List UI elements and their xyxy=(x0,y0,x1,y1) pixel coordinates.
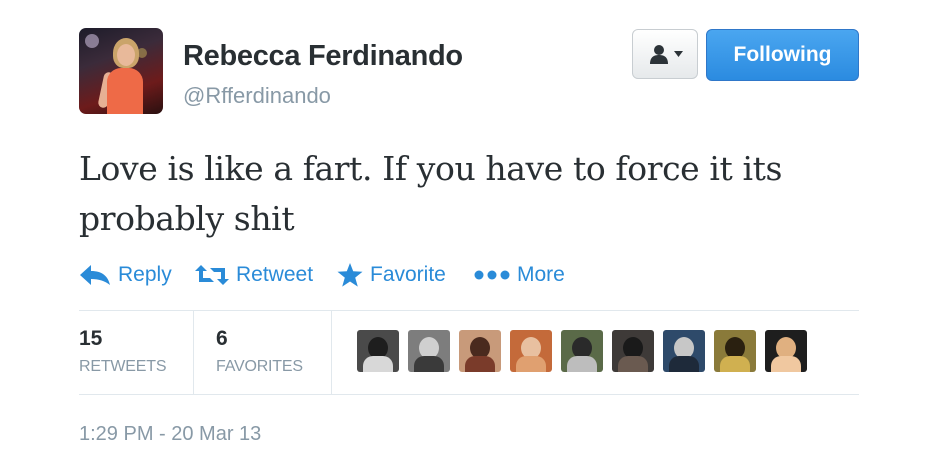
more-label: More xyxy=(517,263,565,286)
user-avatar-thumb[interactable] xyxy=(765,330,807,372)
divider xyxy=(79,310,859,311)
avatar-face xyxy=(117,44,135,66)
reply-label: Reply xyxy=(118,263,172,286)
tweet-card: Rebecca Ferdinando @Rfferdinando Followi… xyxy=(0,0,929,459)
tweet-text: Love is like a fart. If you have to forc… xyxy=(79,149,783,238)
more-dots-icon xyxy=(474,270,510,280)
favorite-label: Favorite xyxy=(370,263,446,286)
retweet-icon xyxy=(195,264,229,286)
star-icon xyxy=(337,263,363,287)
caret-down-icon xyxy=(673,51,683,57)
user-avatar-thumb[interactable] xyxy=(612,330,654,372)
user-avatar-thumb[interactable] xyxy=(561,330,603,372)
user-handle[interactable]: @Rfferdinando xyxy=(183,83,331,109)
divider xyxy=(79,394,859,395)
engaged-users-row xyxy=(357,330,807,372)
following-button[interactable]: Following xyxy=(706,29,859,81)
user-avatar-thumb[interactable] xyxy=(357,330,399,372)
favorites-count[interactable]: 6 xyxy=(216,327,228,351)
user-avatar-thumb[interactable] xyxy=(663,330,705,372)
user-avatar-thumb[interactable] xyxy=(510,330,552,372)
stats-separator xyxy=(331,310,332,394)
user-avatar-thumb[interactable] xyxy=(714,330,756,372)
avatar[interactable] xyxy=(79,28,163,114)
retweet-label: Retweet xyxy=(236,263,314,286)
avatar-light xyxy=(85,34,99,48)
retweets-count[interactable]: 15 xyxy=(79,327,102,351)
retweets-label[interactable]: RETWEETS xyxy=(79,358,166,376)
tweet-timestamp[interactable]: 1:29 PM - 20 Mar 13 xyxy=(79,423,261,446)
favorites-label[interactable]: FAVORITES xyxy=(216,358,303,376)
display-name[interactable]: Rebecca Ferdinando xyxy=(183,40,463,73)
avatar-dress xyxy=(107,68,143,114)
user-avatar-thumb[interactable] xyxy=(459,330,501,372)
reply-button[interactable]: Reply xyxy=(79,260,172,290)
more-button[interactable]: More xyxy=(474,260,565,290)
reply-icon xyxy=(79,264,111,286)
user-avatar-thumb[interactable] xyxy=(408,330,450,372)
retweet-button[interactable]: Retweet xyxy=(195,260,313,290)
user-actions-dropdown[interactable] xyxy=(632,29,698,79)
person-icon xyxy=(648,44,670,64)
stats-separator xyxy=(193,310,194,394)
favorite-button[interactable]: Favorite xyxy=(337,260,446,290)
